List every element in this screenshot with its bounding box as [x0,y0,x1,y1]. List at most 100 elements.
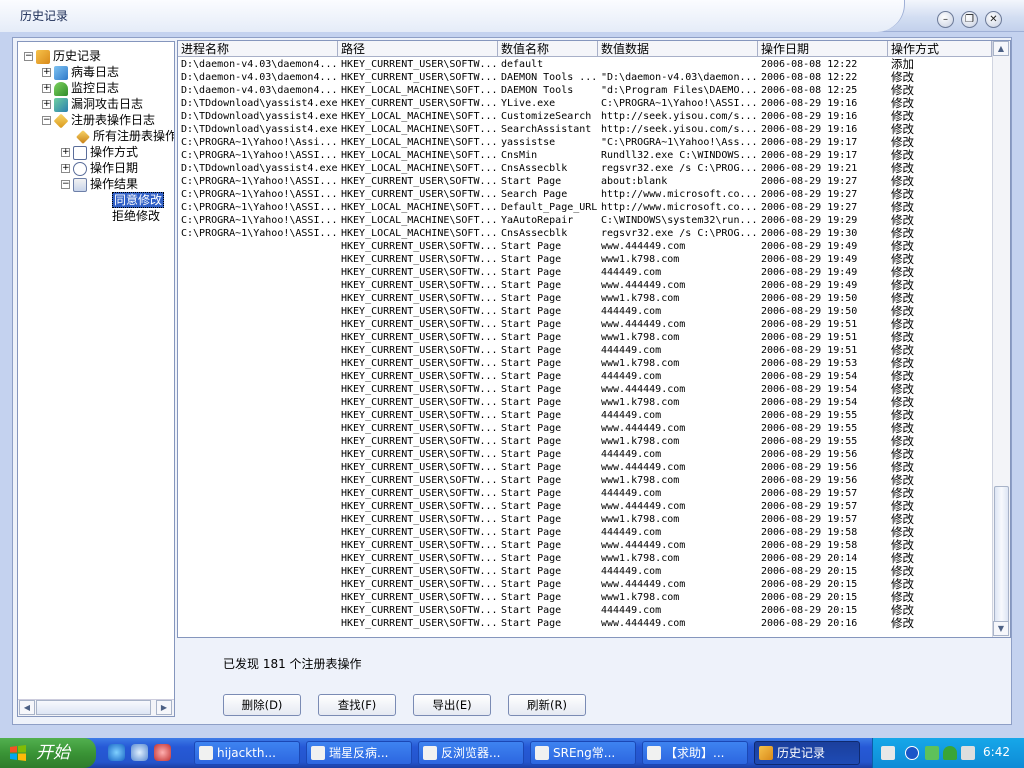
table-row[interactable]: HKEY_CURRENT_USER\SOFTW... Start Page 4444… [178,604,992,617]
task-history[interactable]: 历史记录 [754,741,860,765]
scroll-left-icon[interactable]: ◀ [19,700,35,715]
column-header-process[interactable]: 进程名称 [178,41,338,57]
browser-icon[interactable] [131,744,148,761]
table-row[interactable]: D:\daemon-v4.03\daemon4... HKEY_LOCAL_MAC… [178,84,992,97]
scroll-thumb[interactable] [36,700,151,715]
table-row[interactable]: HKEY_CURRENT_USER\SOFTW... Start Page www1… [178,474,992,487]
table-row[interactable]: C:\PROGRA~1\Yahoo!\ASSI... HKEY_LOCAL_MAC… [178,227,992,240]
scroll-right-icon[interactable]: ▶ [156,700,172,715]
collapse-icon[interactable]: − [42,116,51,125]
table-row[interactable]: D:\daemon-v4.03\daemon4... HKEY_CURRENT_U… [178,58,992,71]
table-row[interactable]: HKEY_CURRENT_USER\SOFTW... Start Page 4444… [178,565,992,578]
table-row[interactable]: HKEY_CURRENT_USER\SOFTW... Start Page 4444… [178,266,992,279]
expand-icon[interactable]: + [42,100,51,109]
start-button[interactable]: 开始 [0,738,96,768]
table-row[interactable]: HKEY_CURRENT_USER\SOFTW... Start Page www.… [178,461,992,474]
tree-node-accepted[interactable]: 同意修改 [112,192,165,208]
media-icon[interactable] [154,744,171,761]
expand-icon[interactable]: + [42,84,51,93]
task-rising-antivirus[interactable]: 瑞星反病... [306,741,412,765]
table-row[interactable]: HKEY_CURRENT_USER\SOFTW... Start Page www1… [178,331,992,344]
table-row[interactable]: HKEY_CURRENT_USER\SOFTW... Start Page www1… [178,435,992,448]
minimize-button[interactable]: – [937,11,954,28]
table-row[interactable]: D:\TDdownload\yassist4.exe HKEY_LOCAL_MAC… [178,123,992,136]
table-row[interactable]: HKEY_CURRENT_USER\SOFTW... Start Page www1… [178,357,992,370]
column-header-method[interactable]: 操作方式 [888,41,992,57]
column-header-path[interactable]: 路径 [338,41,498,57]
table-row[interactable]: HKEY_CURRENT_USER\SOFTW... Start Page www1… [178,513,992,526]
table-row[interactable]: D:\daemon-v4.03\daemon4... HKEY_CURRENT_U… [178,71,992,84]
scroll-up-icon[interactable]: ▲ [993,41,1009,56]
table-row[interactable]: HKEY_CURRENT_USER\SOFTW... Start Page www.… [178,318,992,331]
export-button[interactable]: 导出(E) [413,694,491,716]
rising-umbrella-icon[interactable] [943,746,957,760]
table-row[interactable]: HKEY_CURRENT_USER\SOFTW... Start Page www1… [178,253,992,266]
log-tree[interactable]: − 历史记录 + 病毒日志 + 监控日志 + 漏洞攻击日志 − 注册表操作日志 所有注册表… [17,41,175,717]
tree-node-history[interactable]: − 历史记录 [24,48,101,64]
table-row[interactable]: HKEY_CURRENT_USER\SOFTW... Start Page 4444… [178,305,992,318]
table-row[interactable]: C:\PROGRA~1\Yahoo!\Assi... HKEY_LOCAL_MAC… [178,136,992,149]
table-row[interactable]: HKEY_CURRENT_USER\SOFTW... Start Page www.… [178,539,992,552]
table-row[interactable]: D:\TDdownload\yassist4.exe HKEY_CURRENT_U… [178,97,992,110]
refresh-button[interactable]: 刷新(R) [508,694,586,716]
table-row[interactable]: C:\PROGRA~1\Yahoo!\ASSI... HKEY_LOCAL_MAC… [178,201,992,214]
expand-icon[interactable]: + [42,68,51,77]
find-button[interactable]: 查找(F) [318,694,396,716]
table-row[interactable]: C:\PROGRA~1\Yahoo!\ASSI... HKEY_LOCAL_MAC… [178,149,992,162]
table-row[interactable]: D:\TDdownload\yassist4.exe HKEY_LOCAL_MAC… [178,110,992,123]
tree-node-all-registry[interactable]: 所有注册表操作 [76,128,174,144]
table-row[interactable]: HKEY_CURRENT_USER\SOFTW... Start Page www1… [178,396,992,409]
tree-node-registry-log[interactable]: − 注册表操作日志 [42,112,155,128]
table-row[interactable]: HKEY_CURRENT_USER\SOFTW... Start Page 4444… [178,448,992,461]
table-row[interactable]: HKEY_CURRENT_USER\SOFTW... Start Page www1… [178,552,992,565]
task-hijackthis[interactable]: hijackth... [194,741,300,765]
table-row[interactable]: HKEY_CURRENT_USER\SOFTW... Start Page www.… [178,578,992,591]
table-row[interactable]: HKEY_CURRENT_USER\SOFTW... Start Page 4444… [178,526,992,539]
expand-icon[interactable]: + [61,164,70,173]
table-row[interactable]: HKEY_CURRENT_USER\SOFTW... Start Page www.… [178,500,992,513]
task-sreng[interactable]: SREng常... [530,741,636,765]
table-row[interactable]: HKEY_CURRENT_USER\SOFTW... Start Page www.… [178,617,992,630]
table-row[interactable]: HKEY_CURRENT_USER\SOFTW... Start Page www.… [178,422,992,435]
tree-node-monitor-log[interactable]: + 监控日志 [42,80,119,96]
volume-icon[interactable] [961,746,975,760]
tree-horizontal-scrollbar[interactable]: ◀ ▶ [18,699,174,716]
tray-expand-icon[interactable] [905,746,919,760]
task-help-post[interactable]: 【求助】... [642,741,748,765]
table-row[interactable]: C:\PROGRA~1\Yahoo!\ASSI... HKEY_CURRENT_U… [178,188,992,201]
column-header-value-name[interactable]: 数值名称 [498,41,598,57]
table-row[interactable]: HKEY_CURRENT_USER\SOFTW... Start Page www1… [178,292,992,305]
table-vertical-scrollbar[interactable]: ▲ ▼ [992,41,1010,637]
tree-node-operation-method[interactable]: + 操作方式 [61,144,138,160]
table-row[interactable]: HKEY_CURRENT_USER\SOFTW... Start Page 4444… [178,487,992,500]
table-row[interactable]: HKEY_CURRENT_USER\SOFTW... Start Page 4444… [178,344,992,357]
task-anti-browser[interactable]: 反浏览器... [418,741,524,765]
table-row[interactable]: HKEY_CURRENT_USER\SOFTW... Start Page 4444… [178,370,992,383]
table-row[interactable]: C:\PROGRA~1\Yahoo!\ASSI... HKEY_CURRENT_U… [178,175,992,188]
delete-button[interactable]: 删除(D) [223,694,301,716]
table-row[interactable]: HKEY_CURRENT_USER\SOFTW... Start Page www.… [178,240,992,253]
tree-node-virus-log[interactable]: + 病毒日志 [42,64,119,80]
close-button[interactable]: ✕ [985,11,1002,28]
network-icon[interactable] [925,746,939,760]
table-row[interactable]: D:\TDdownload\yassist4.exe HKEY_LOCAL_MAC… [178,162,992,175]
collapse-icon[interactable]: − [24,52,33,61]
tree-node-operation-result[interactable]: − 操作结果 [61,176,138,192]
expand-icon[interactable]: + [61,148,70,157]
table-row[interactable]: HKEY_CURRENT_USER\SOFTW... Start Page www.… [178,279,992,292]
tree-node-exploit-log[interactable]: + 漏洞攻击日志 [42,96,143,112]
ie-icon[interactable] [108,744,125,761]
table-row[interactable]: C:\PROGRA~1\Yahoo!\ASSI... HKEY_LOCAL_MAC… [178,214,992,227]
tree-node-operation-date[interactable]: + 操作日期 [61,160,138,176]
keyboard-icon[interactable] [881,746,895,760]
title-bar[interactable]: 历史记录 – ❐ ✕ [0,0,1024,32]
table-row[interactable]: HKEY_CURRENT_USER\SOFTW... Start Page 4444… [178,409,992,422]
tree-node-rejected[interactable]: 拒绝修改 [112,208,160,224]
scroll-thumb[interactable] [994,486,1009,623]
restore-button[interactable]: ❐ [961,11,978,28]
column-header-value-data[interactable]: 数值数据 [598,41,758,57]
table-row[interactable]: HKEY_CURRENT_USER\SOFTW... Start Page www.… [178,383,992,396]
table-row[interactable]: HKEY_CURRENT_USER\SOFTW... Start Page www1… [178,591,992,604]
scroll-down-icon[interactable]: ▼ [993,621,1009,636]
column-header-date[interactable]: 操作日期 [758,41,888,57]
